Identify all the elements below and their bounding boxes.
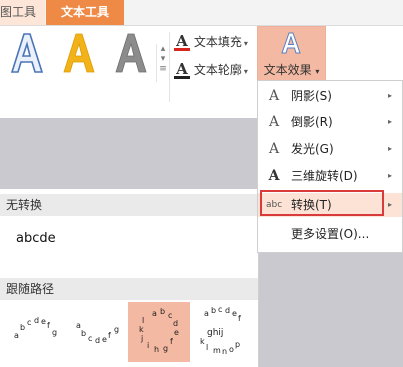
svg-text:a: a xyxy=(14,331,19,340)
transform-gallery-panel: 无转换 abcde 跟随路径 a b c d e f g a b c d e f… xyxy=(0,189,259,367)
svg-text:k: k xyxy=(139,325,144,334)
svg-text:a: a xyxy=(204,309,209,318)
wordart-style-outline[interactable] xyxy=(8,30,44,76)
path-option-arch-down[interactable]: a b c d e f g xyxy=(66,302,128,362)
shadow-icon: A xyxy=(268,88,280,104)
svg-text:c: c xyxy=(168,311,172,320)
svg-text:f: f xyxy=(108,331,111,340)
svg-text:c: c xyxy=(88,334,92,343)
text-effects-icon xyxy=(281,32,301,54)
dropdown-arrow-icon: ▾ xyxy=(243,39,248,48)
svg-text:l: l xyxy=(206,343,208,352)
highlight-annotation-box xyxy=(260,190,384,216)
text-fill-label: 文本填充 xyxy=(193,35,242,49)
svg-text:e: e xyxy=(174,328,179,337)
menu-item-label: 三维旋转(D) xyxy=(291,169,358,183)
section-no-transform: 无转换 xyxy=(0,194,258,216)
3d-rotation-icon: A xyxy=(268,168,280,184)
svg-text:o: o xyxy=(229,345,234,354)
svg-text:p: p xyxy=(235,340,240,349)
wordart-style-gallery: ▴ ▾ ≡ xyxy=(0,28,168,82)
path-option-circle[interactable]: a b c d e f g h i j k l xyxy=(128,302,190,362)
svg-text:d: d xyxy=(34,316,39,325)
no-transform-option[interactable]: abcde xyxy=(16,231,56,246)
svg-text:f: f xyxy=(170,337,173,346)
svg-text:j: j xyxy=(140,334,143,343)
text-effects-label: 文本效果 ▾ xyxy=(263,63,320,77)
text-effects-menu: A 阴影(S) ▸ A 倒影(R) ▸ A 发光(G) ▸ A 三维旋转(D) … xyxy=(257,80,403,253)
wordart-style-gray[interactable] xyxy=(112,30,148,76)
svg-text:f: f xyxy=(238,314,241,323)
svg-text:e: e xyxy=(232,309,237,318)
svg-text:d: d xyxy=(95,336,100,345)
menu-item-label: 阴影(S) xyxy=(291,89,332,103)
menu-item-shadow[interactable]: A 阴影(S) ▸ xyxy=(258,84,402,108)
tab-text-tools[interactable]: 文本工具 xyxy=(46,0,124,25)
svg-text:g: g xyxy=(114,325,119,334)
submenu-arrow-icon: ▸ xyxy=(387,117,392,126)
svg-text:g: g xyxy=(163,344,168,353)
svg-text:b: b xyxy=(20,323,25,332)
svg-text:a: a xyxy=(152,309,157,318)
text-outline-icon: A xyxy=(174,62,190,79)
svg-text:c: c xyxy=(27,318,31,327)
menu-item-more-settings[interactable]: 更多设置(O)... xyxy=(258,222,402,246)
svg-text:h: h xyxy=(154,345,159,354)
svg-text:c: c xyxy=(218,305,222,314)
svg-text:b: b xyxy=(211,306,216,315)
menu-item-label: 发光(G) xyxy=(291,142,334,156)
chevron-up-icon: ▴ xyxy=(160,44,166,54)
submenu-arrow-icon: ▸ xyxy=(387,91,392,100)
svg-text:f: f xyxy=(47,321,50,330)
path-option-button[interactable]: a b c d e f ghij k l m n o p xyxy=(190,302,252,362)
svg-text:b: b xyxy=(81,329,86,338)
menu-item-label: 倒影(R) xyxy=(291,115,333,129)
chevron-down-icon: ▾ xyxy=(160,54,166,64)
gallery-more-button[interactable]: ▴ ▾ ≡ xyxy=(156,44,169,82)
menu-item-label: 更多设置(O)... xyxy=(291,227,370,241)
svg-text:g: g xyxy=(52,328,57,337)
menu-item-glow[interactable]: A 发光(G) ▸ xyxy=(258,137,402,161)
svg-text:i: i xyxy=(147,341,149,350)
svg-text:d: d xyxy=(225,306,230,315)
text-outline-label: 文本轮廓 xyxy=(193,63,242,77)
ribbon-divider xyxy=(169,32,170,102)
svg-text:m: m xyxy=(213,346,221,355)
svg-text:l: l xyxy=(142,316,144,325)
submenu-arrow-icon: ▸ xyxy=(387,144,392,153)
svg-text:d: d xyxy=(173,319,178,328)
menu-item-reflection[interactable]: A 倒影(R) ▸ xyxy=(258,110,402,134)
svg-text:e: e xyxy=(102,335,107,344)
ribbon-tab-row: 图工具 文本工具 xyxy=(0,0,403,26)
tab-picture-tools[interactable]: 图工具 xyxy=(0,0,45,25)
more-icon: ≡ xyxy=(159,64,167,74)
glow-icon: A xyxy=(268,141,280,157)
svg-text:e: e xyxy=(41,317,46,326)
submenu-arrow-icon: ▸ xyxy=(387,171,392,180)
reflection-icon: A xyxy=(268,114,280,130)
text-fill-icon: A xyxy=(174,34,190,51)
text-fill-button[interactable]: A 文本填充 ▾ xyxy=(174,32,248,52)
text-effects-button[interactable]: 文本效果 ▾ xyxy=(257,26,326,82)
svg-text:n: n xyxy=(222,347,227,356)
dropdown-arrow-icon: ▾ xyxy=(243,67,248,76)
svg-text:k: k xyxy=(200,337,205,346)
submenu-arrow-icon: ▸ xyxy=(387,200,392,209)
menu-item-3d-rotation[interactable]: A 三维旋转(D) ▸ xyxy=(258,164,402,188)
follow-path-options: a b c d e f g a b c d e f g a b c d e f … xyxy=(0,302,258,362)
text-outline-button[interactable]: A 文本轮廓 ▾ xyxy=(174,60,248,80)
svg-text:ghij: ghij xyxy=(207,328,223,338)
wordart-style-gold[interactable] xyxy=(60,30,96,76)
path-option-arch-up[interactable]: a b c d e f g xyxy=(4,302,66,362)
svg-text:b: b xyxy=(160,307,165,316)
section-follow-path: 跟随路径 xyxy=(0,278,258,300)
